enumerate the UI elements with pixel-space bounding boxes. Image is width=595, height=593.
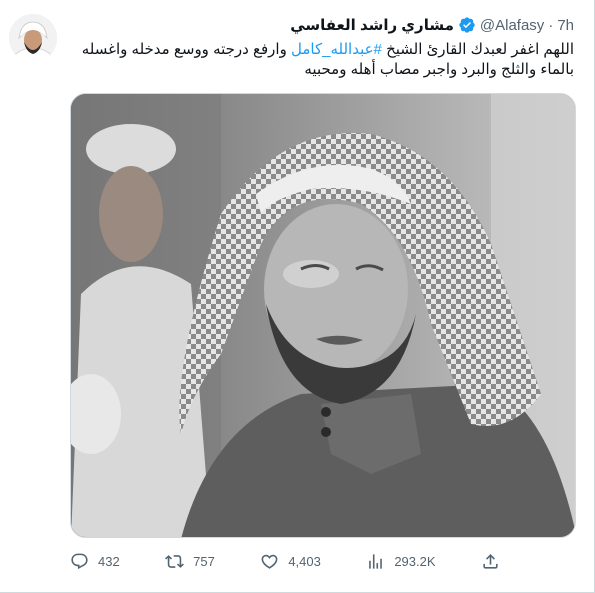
retweet-icon	[165, 554, 185, 568]
tweet-text-part1: اللهم اغفر لعبدك القارئ الشيخ	[381, 41, 574, 58]
reply-button[interactable]: 432	[70, 552, 120, 571]
like-button[interactable]: 4,403	[260, 552, 321, 571]
share-button[interactable]	[481, 552, 500, 571]
photo-image	[71, 94, 575, 537]
reply-count: 432	[98, 553, 120, 569]
tweet-timestamp[interactable]: 7h	[557, 17, 574, 34]
heart-icon	[261, 554, 278, 569]
hashtag-link[interactable]: #عبدالله_كامل	[291, 41, 382, 58]
author-handle[interactable]: @Alafasy	[480, 17, 544, 34]
tweet-header: مشاري راشد العفاسي @Alafasy · 7h	[290, 16, 574, 35]
author-name[interactable]: مشاري راشد العفاسي	[290, 16, 454, 34]
retweet-button[interactable]: 757	[165, 552, 215, 571]
tweet-actions-bar: 432 757 4,403 293.2K	[70, 549, 500, 573]
avatar[interactable]	[9, 14, 57, 62]
tweet-text: اللهم اغفر لعبدك القارئ الشيخ #عبدالله_ك…	[70, 40, 574, 80]
views-count: 293.2K	[394, 553, 436, 569]
separator-dot: ·	[548, 16, 554, 34]
tweet-media-photo[interactable]	[70, 93, 576, 538]
retweet-count: 757	[193, 553, 215, 569]
avatar-image	[9, 14, 57, 62]
views-button[interactable]: 293.2K	[366, 552, 436, 571]
analytics-icon	[369, 553, 383, 569]
reply-icon	[71, 553, 88, 569]
verified-badge-icon	[458, 16, 476, 34]
like-count: 4,403	[288, 553, 321, 569]
share-icon	[483, 553, 498, 569]
tweet-card[interactable]: مشاري راشد العفاسي @Alafasy · 7h اللهم ا…	[0, 0, 595, 593]
